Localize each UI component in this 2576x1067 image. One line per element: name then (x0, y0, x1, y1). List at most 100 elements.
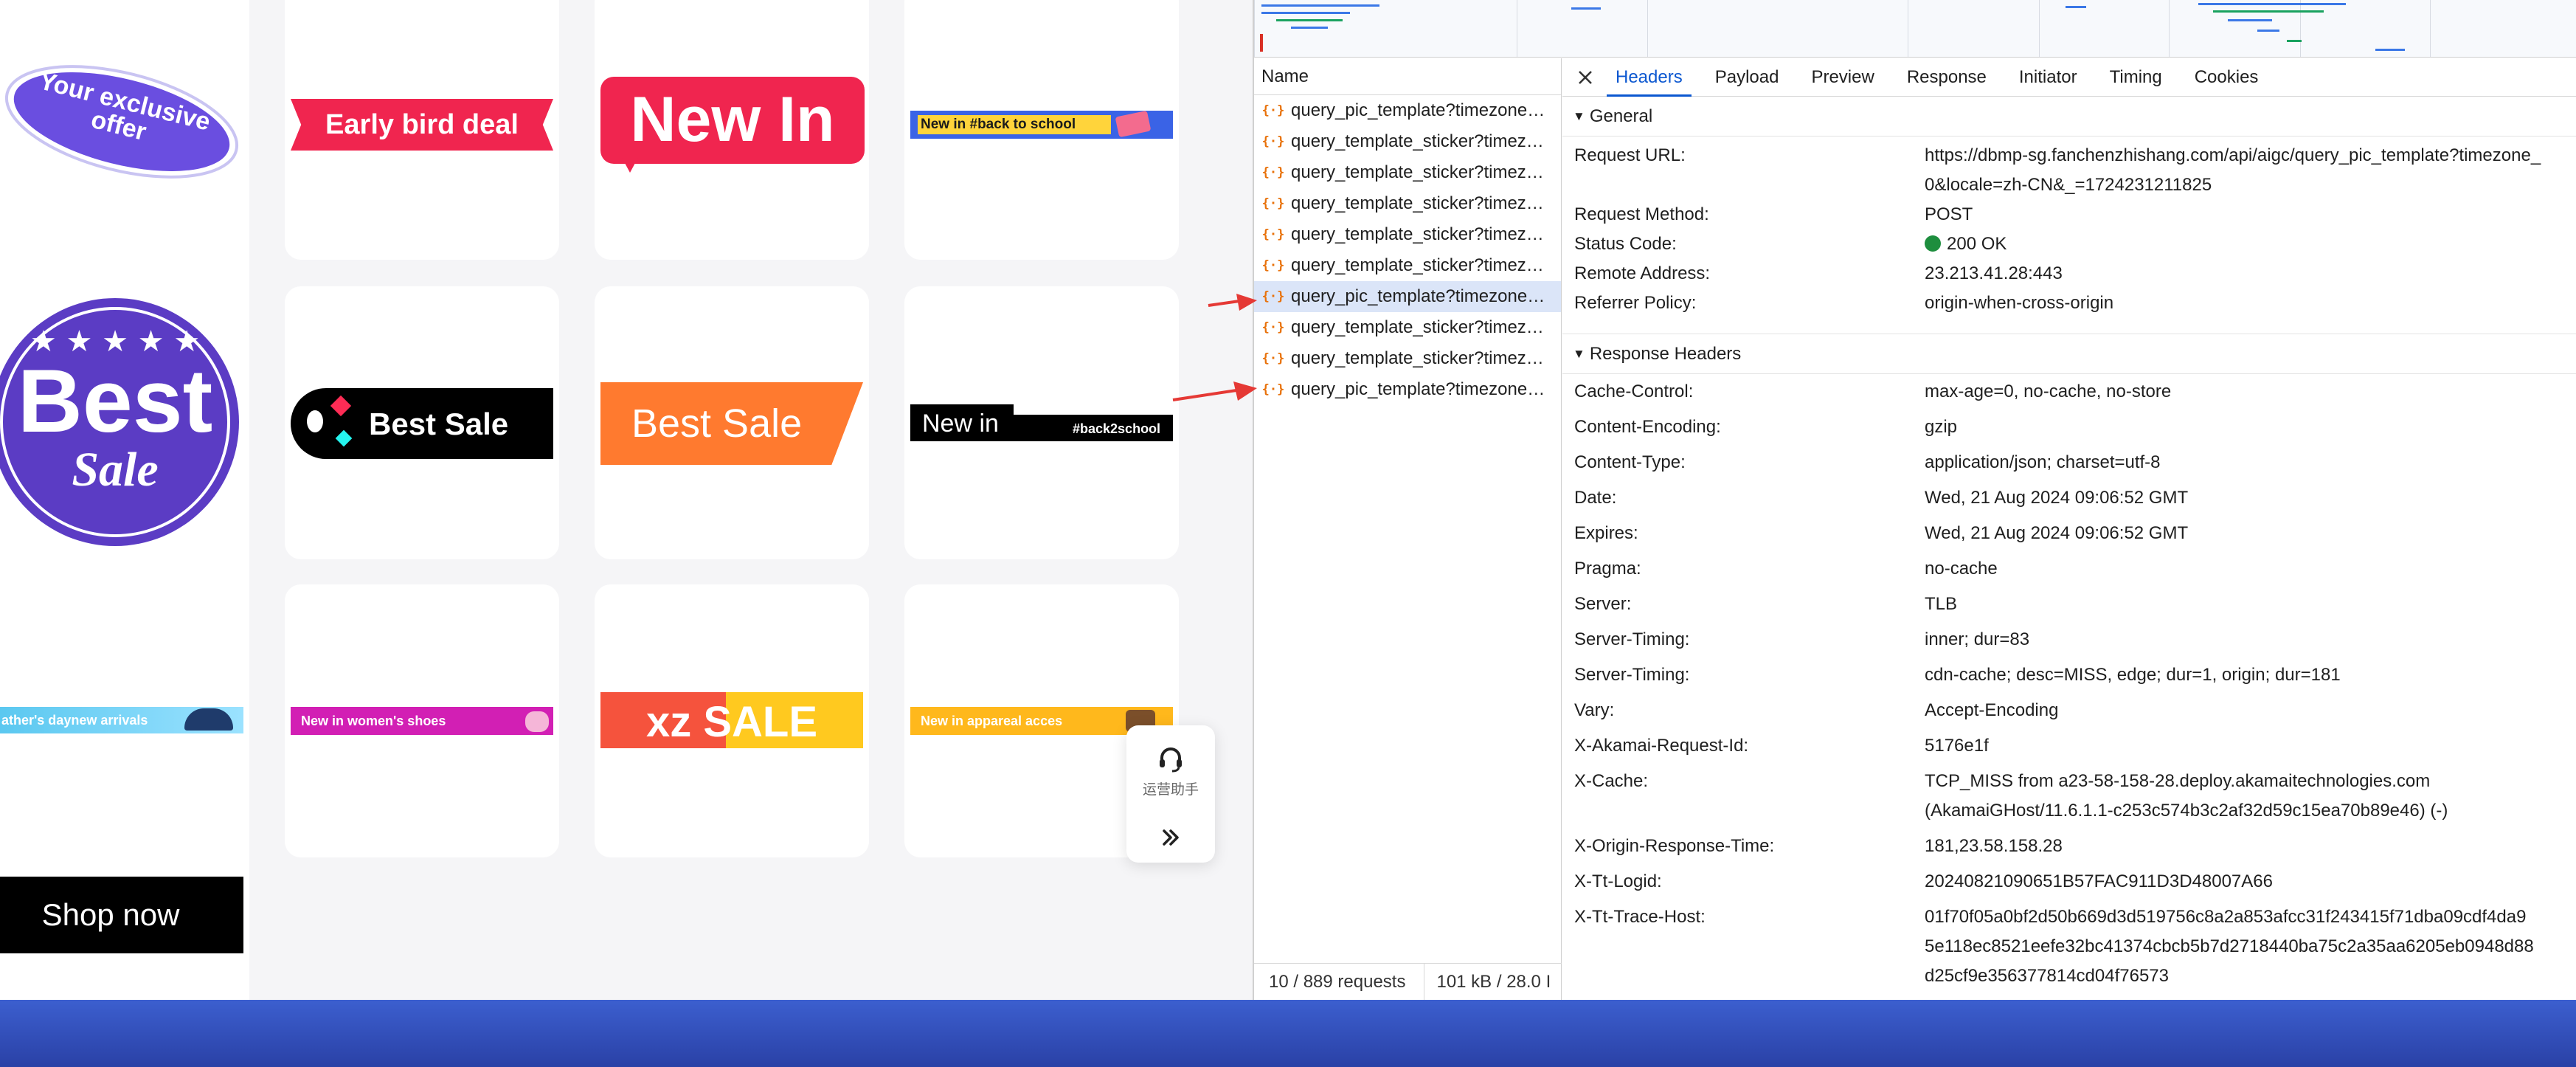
xhr-icon: {·} (1261, 165, 1285, 180)
header-value-line: (AkamaiGHost/11.6.1.1-c253c574b3c2af32d5… (1925, 801, 2448, 821)
header-key: Date: (1574, 488, 1617, 508)
request-row[interactable]: {·} query_template_sticker?timez… (1254, 126, 1561, 157)
exclusive-offer-sticker[interactable]: Your exclusive offer (0, 59, 243, 184)
back2school-sticker[interactable]: New in #back2school (910, 404, 1173, 441)
response-headers-section-header[interactable]: ▼ Response Headers (1562, 334, 2576, 374)
header-key: Cache-Control: (1574, 381, 1694, 401)
request-url-value-cont[interactable]: 0&locale=zh-CN&_=1724231211825 (1925, 170, 2576, 200)
shop-now-sticker[interactable]: Shop now (0, 877, 243, 953)
request-row[interactable]: {·} query_template_sticker?timez… (1254, 250, 1561, 281)
request-name: query_template_sticker?timez… (1291, 162, 1544, 182)
father-day-sticker[interactable]: ather's daynew arrivals (0, 707, 243, 733)
header-value[interactable]: 20240821090651B57FAC911D3D48007A66 (1925, 867, 2576, 897)
tab-response[interactable]: Response (1907, 58, 1987, 97)
tab-preview[interactable]: Preview (1811, 58, 1874, 97)
back-to-school-text: New in #back to school (921, 117, 1076, 132)
header-value[interactable]: 5176e1f (1925, 731, 2576, 761)
header-value[interactable]: Wed, 21 Aug 2024 09:06:52 GMT (1925, 483, 2576, 513)
request-row[interactable]: {·} query_pic_template?timezone… (1254, 374, 1561, 405)
header-key: Content-Encoding: (1574, 417, 1721, 437)
early-bird-sticker[interactable]: Early bird deal (291, 99, 553, 151)
header-value-line: application/json; charset=utf-8 (1925, 452, 2161, 472)
header-value[interactable]: TCP_MISS from a23-58-158-28.deploy.akama… (1925, 767, 2576, 826)
response-header-row: X-Tt-Logid: 20240821090651B57FAC911D3D480… (1562, 867, 2576, 897)
request-row[interactable]: {·} query_template_sticker?timez… (1254, 312, 1561, 343)
response-header-row: Server-Timing: cdn-cache; desc=MISS, edge… (1562, 660, 2576, 690)
header-value[interactable]: 181,23.58.158.28 (1925, 832, 2576, 861)
request-name: query_pic_template?timezone… (1291, 100, 1545, 120)
devtools-network-panel: Name {·} query_pic_template?timezone… {·} q… (1253, 0, 2576, 1000)
header-key: Expires: (1574, 523, 1638, 543)
status-dot-icon (1925, 235, 1941, 252)
tab-cookies[interactable]: Cookies (2195, 58, 2259, 97)
tab-payload[interactable]: Payload (1715, 58, 1779, 97)
header-value-line: 01f70f05a0bf2d50b669d3d519756c8a2a853afc… (1925, 907, 2527, 927)
best-sale-circle-sticker[interactable]: ★ ★ ★ ★ ★ Best Sale (0, 291, 243, 549)
remote-address-value[interactable]: 23.213.41.28:443 (1925, 259, 2576, 289)
double-chevron-right-icon[interactable] (1158, 825, 1183, 850)
headset-icon[interactable] (1156, 745, 1185, 774)
header-value[interactable]: max-age=0, no-cache, no-store (1925, 377, 2576, 407)
header-value[interactable]: 01f70f05a0bf2d50b669d3d519756c8a2a853afc… (1925, 902, 2576, 991)
request-name: query_template_sticker?timez… (1291, 131, 1544, 151)
header-value[interactable]: inner; dur=83 (1925, 625, 2576, 655)
request-method-value[interactable]: POST (1925, 200, 2576, 229)
response-header-row: X-Akamai-Request-Id: 5176e1f (1562, 731, 2576, 761)
red-arrow-icon (1207, 291, 1258, 314)
header-value-line: TCP_MISS from a23-58-158-28.deploy.akama… (1925, 771, 2431, 791)
header-value[interactable]: TLB (1925, 590, 2576, 619)
header-value[interactable]: gzip (1925, 412, 2576, 442)
header-value[interactable]: Accept-Encoding (1925, 696, 2576, 725)
response-header-row: Server: TLB (1562, 590, 2576, 619)
womens-shoes-sticker[interactable]: New in women's shoes (291, 707, 553, 735)
request-name: query_template_sticker?timez… (1291, 348, 1544, 368)
referrer-policy-value[interactable]: origin-when-cross-origin (1925, 289, 2576, 318)
header-value[interactable]: no-cache (1925, 554, 2576, 584)
referrer-policy-row: Referrer Policy: origin-when-cross-origi… (1562, 289, 2576, 318)
header-value-line: 181,23.58.158.28 (1925, 836, 2063, 856)
header-value-line: 5e118ec8521eefe32bc41374cbcb5b7d2718440b… (1925, 936, 2534, 956)
request-row[interactable]: {·} query_pic_template?timezone… (1254, 281, 1561, 312)
header-key: X-Tt-Trace-Host: (1574, 907, 1706, 927)
header-value-line: d25cf9e356377814cd04f76573 (1925, 966, 2169, 986)
status-code-value[interactable]: 200 OK (1947, 234, 2007, 254)
request-row[interactable]: {·} query_template_sticker?timez… (1254, 219, 1561, 250)
header-key: Server-Timing: (1574, 665, 1690, 685)
status-code-key: Status Code: (1574, 234, 1677, 254)
request-list: Name {·} query_pic_template?timezone… {·} q… (1254, 58, 1562, 1000)
request-url-value[interactable]: https://dbmp-sg.fanchenzhishang.com/api/… (1925, 141, 2576, 170)
xz-sale-sticker[interactable]: xz SALE (600, 692, 863, 748)
back-to-school-sticker[interactable]: New in #back to school (910, 110, 1173, 139)
header-value[interactable]: cdn-cache; desc=MISS, edge; dur=1, origi… (1925, 660, 2576, 690)
network-overview-timeline[interactable] (1254, 0, 2576, 58)
header-value-line: Wed, 21 Aug 2024 09:06:52 GMT (1925, 523, 2189, 543)
header-value-line: inner; dur=83 (1925, 629, 2030, 649)
general-section-header[interactable]: ▼ General (1562, 97, 2576, 137)
detail-tabs: Headers Payload Preview Response Initiator Ti… (1562, 58, 2576, 97)
header-value[interactable]: Wed, 21 Aug 2024 09:06:52 GMT (1925, 519, 2576, 548)
header-value-line: 5176e1f (1925, 736, 1989, 756)
name-column-header[interactable]: Name (1254, 58, 1561, 95)
general-section: ▼ General Request URL: https://dbmp-sg.f… (1562, 97, 2576, 334)
header-key: X-Tt-Logid: (1574, 871, 1662, 891)
father-day-text: ather's daynew arrivals (1, 713, 148, 728)
request-row[interactable]: {·} query_template_sticker?timez… (1254, 188, 1561, 219)
tab-initiator[interactable]: Initiator (2019, 58, 2077, 97)
remote-address-key: Remote Address: (1574, 263, 1711, 283)
header-value[interactable]: application/json; charset=utf-8 (1925, 448, 2576, 477)
shop-now-text: Shop now (41, 897, 180, 932)
best-sale-black-sticker[interactable]: Best Sale (291, 388, 553, 459)
request-row[interactable]: {·} query_pic_template?timezone… (1254, 95, 1561, 126)
response-header-row: Date: Wed, 21 Aug 2024 09:06:52 GMT (1562, 483, 2576, 513)
tab-timing[interactable]: Timing (2110, 58, 2162, 97)
header-key: X-Origin-Response-Time: (1574, 836, 1775, 856)
best-sale-orange-sticker[interactable]: Best Sale (600, 382, 863, 465)
tab-headers[interactable]: Headers (1607, 58, 1692, 97)
request-name: query_template_sticker?timez… (1291, 317, 1544, 337)
request-url-row: Request URL: https://dbmp-sg.fanchenzhis… (1562, 141, 2576, 200)
xhr-icon: {·} (1261, 320, 1285, 335)
close-icon[interactable] (1576, 68, 1595, 87)
request-row[interactable]: {·} query_template_sticker?timez… (1254, 343, 1561, 374)
new-in-big-sticker[interactable]: New In (600, 77, 865, 173)
request-row[interactable]: {·} query_template_sticker?timez… (1254, 157, 1561, 188)
